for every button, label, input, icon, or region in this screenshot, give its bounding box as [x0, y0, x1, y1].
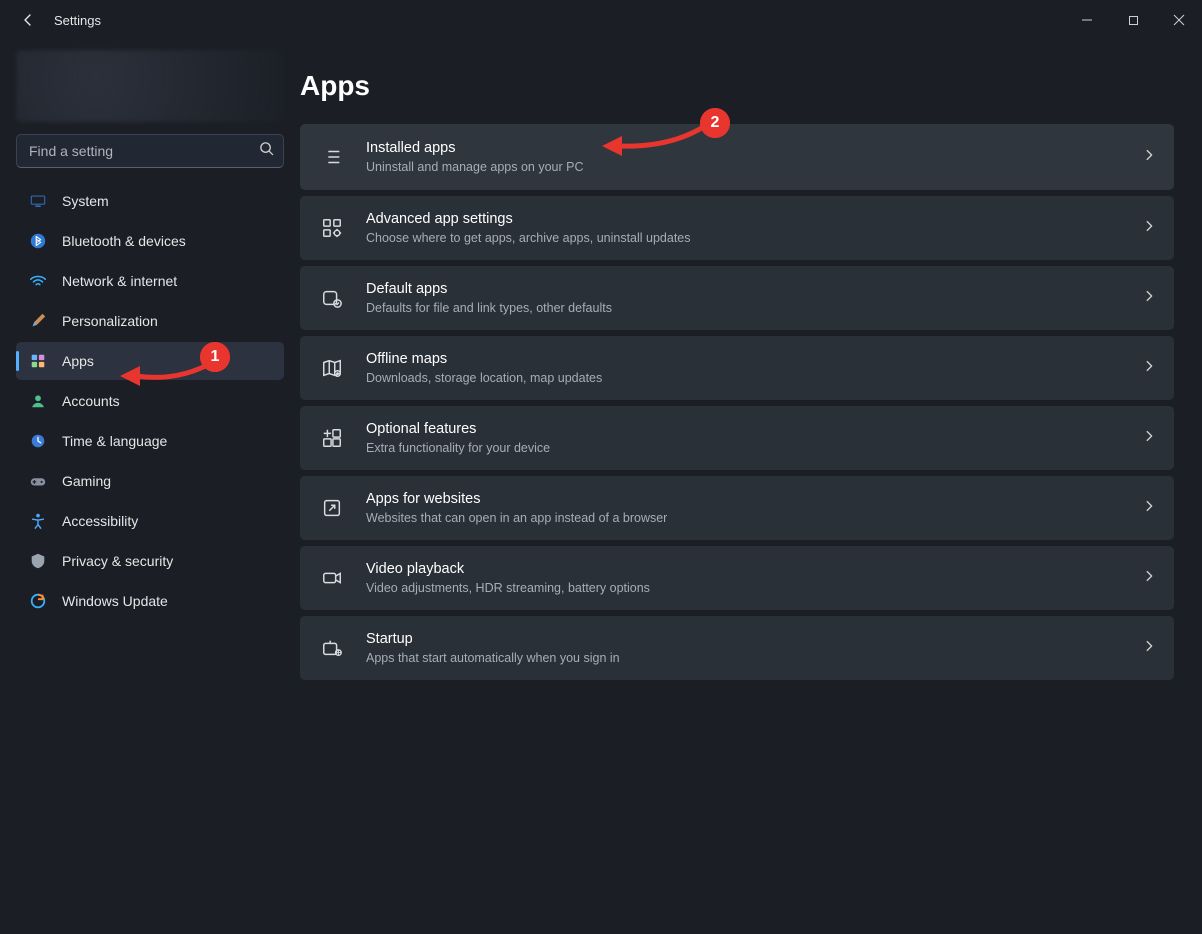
sidebar-item-label: Time & language — [62, 433, 167, 449]
grid-plus-icon — [318, 424, 346, 452]
sidebar-item-update[interactable]: Windows Update — [16, 582, 284, 620]
card-title: Advanced app settings — [366, 211, 1142, 228]
sidebar-item-label: Windows Update — [62, 593, 168, 609]
sidebar-item-label: Apps — [62, 353, 94, 369]
card-title: Offline maps — [366, 351, 1142, 368]
card-advanced-app-settings[interactable]: Advanced app settings Choose where to ge… — [300, 196, 1174, 260]
card-startup[interactable]: Startup Apps that start automatically wh… — [300, 616, 1174, 680]
settings-cards: Installed apps Uninstall and manage apps… — [300, 124, 1174, 680]
bluetooth-icon — [28, 231, 48, 251]
search-input[interactable] — [16, 134, 284, 168]
card-title: Startup — [366, 631, 1142, 648]
card-default-apps[interactable]: Default apps Defaults for file and link … — [300, 266, 1174, 330]
card-title: Installed apps — [366, 140, 1142, 157]
gamepad-icon — [28, 471, 48, 491]
shield-icon — [28, 551, 48, 571]
back-button[interactable] — [18, 10, 38, 30]
sidebar: System Bluetooth & devices Network & int… — [0, 40, 300, 934]
window-controls — [1064, 4, 1202, 36]
map-icon — [318, 354, 346, 382]
person-icon — [28, 391, 48, 411]
sidebar-item-label: Privacy & security — [62, 553, 173, 569]
annotation-arrow-2 — [600, 126, 710, 161]
card-installed-apps[interactable]: Installed apps Uninstall and manage apps… — [300, 124, 1174, 190]
apps-icon — [28, 351, 48, 371]
annotation-arrow-1 — [118, 362, 218, 397]
sidebar-item-label: Accessibility — [62, 513, 138, 529]
chevron-right-icon — [1142, 499, 1156, 518]
minimize-button[interactable] — [1064, 4, 1110, 36]
sidebar-item-bluetooth[interactable]: Bluetooth & devices — [16, 222, 284, 260]
card-apps-for-websites[interactable]: Apps for websites Websites that can open… — [300, 476, 1174, 540]
card-subtitle: Websites that can open in an app instead… — [366, 511, 1142, 525]
list-icon — [318, 143, 346, 171]
sidebar-item-label: Personalization — [62, 313, 158, 329]
accessibility-icon — [28, 511, 48, 531]
nav-list: System Bluetooth & devices Network & int… — [8, 182, 292, 620]
paintbrush-icon — [28, 311, 48, 331]
card-offline-maps[interactable]: Offline maps Downloads, storage location… — [300, 336, 1174, 400]
card-subtitle: Defaults for file and link types, other … — [366, 301, 1142, 315]
chevron-right-icon — [1142, 148, 1156, 167]
sidebar-item-network[interactable]: Network & internet — [16, 262, 284, 300]
sidebar-item-label: Network & internet — [62, 273, 177, 289]
grid-gear-icon — [318, 214, 346, 242]
card-subtitle: Extra functionality for your device — [366, 441, 1142, 455]
window-title: Settings — [54, 13, 101, 28]
card-subtitle: Apps that start automatically when you s… — [366, 651, 1142, 665]
update-icon — [28, 591, 48, 611]
sidebar-item-label: Accounts — [62, 393, 120, 409]
sidebar-item-gaming[interactable]: Gaming — [16, 462, 284, 500]
user-profile-area[interactable] — [16, 50, 284, 122]
chevron-right-icon — [1142, 429, 1156, 448]
chevron-right-icon — [1142, 569, 1156, 588]
card-title: Video playback — [366, 561, 1142, 578]
sidebar-item-label: Bluetooth & devices — [62, 233, 186, 249]
open-external-icon — [318, 494, 346, 522]
sidebar-item-system[interactable]: System — [16, 182, 284, 220]
maximize-button[interactable] — [1110, 4, 1156, 36]
content-area: Apps Installed apps Uninstall and manage… — [300, 40, 1202, 934]
startup-icon — [318, 634, 346, 662]
sidebar-item-time[interactable]: Time & language — [16, 422, 284, 460]
card-subtitle: Downloads, storage location, map updates — [366, 371, 1142, 385]
sidebar-item-label: Gaming — [62, 473, 111, 489]
card-title: Default apps — [366, 281, 1142, 298]
sidebar-item-accessibility[interactable]: Accessibility — [16, 502, 284, 540]
chevron-right-icon — [1142, 289, 1156, 308]
annotation-marker-1: 1 — [200, 342, 230, 372]
titlebar: Settings — [0, 0, 1202, 40]
card-subtitle: Video adjustments, HDR streaming, batter… — [366, 581, 1142, 595]
default-apps-icon — [318, 284, 346, 312]
annotation-marker-2: 2 — [700, 108, 730, 138]
sidebar-item-privacy[interactable]: Privacy & security — [16, 542, 284, 580]
card-video-playback[interactable]: Video playback Video adjustments, HDR st… — [300, 546, 1174, 610]
card-title: Optional features — [366, 421, 1142, 438]
monitor-icon — [28, 191, 48, 211]
search-icon — [259, 141, 274, 161]
page-title: Apps — [300, 70, 1174, 102]
chevron-right-icon — [1142, 639, 1156, 658]
video-icon — [318, 564, 346, 592]
clock-icon — [28, 431, 48, 451]
card-title: Apps for websites — [366, 491, 1142, 508]
sidebar-item-personalization[interactable]: Personalization — [16, 302, 284, 340]
card-optional-features[interactable]: Optional features Extra functionality fo… — [300, 406, 1174, 470]
close-button[interactable] — [1156, 4, 1202, 36]
card-subtitle: Uninstall and manage apps on your PC — [366, 160, 1142, 174]
sidebar-item-label: System — [62, 193, 109, 209]
card-subtitle: Choose where to get apps, archive apps, … — [366, 231, 1142, 245]
chevron-right-icon — [1142, 359, 1156, 378]
wifi-icon — [28, 271, 48, 291]
chevron-right-icon — [1142, 219, 1156, 238]
